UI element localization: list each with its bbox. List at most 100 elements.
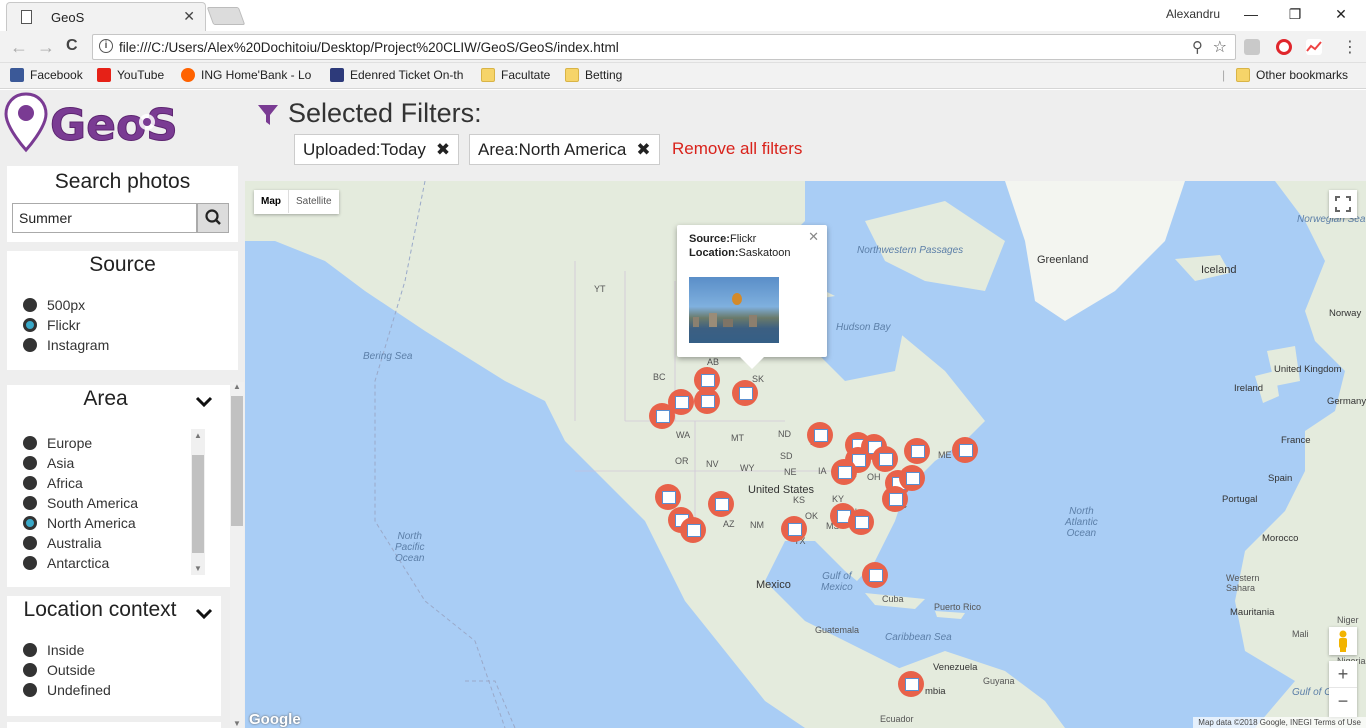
filter-chip-uploaded: Uploaded:Today ✖ [294,134,460,165]
chevron-down-icon[interactable] [195,396,213,408]
area-option-australia[interactable]: Australia [23,535,101,551]
zoom-out-button[interactable]: − [1329,687,1357,714]
extension-pdf-icon[interactable] [1244,39,1260,55]
menu-icon[interactable]: ⋮ [1342,37,1358,57]
sidebar-scrollbar[interactable]: ▲ ▼ [230,382,244,728]
scroll-up-icon[interactable]: ▲ [233,382,241,391]
radio-dot[interactable] [23,456,37,470]
street-view-pegman[interactable] [1329,627,1357,655]
zoom-icon[interactable]: ⚲ [1192,38,1203,56]
photo-marker[interactable] [882,486,908,512]
radio-dot[interactable] [23,476,37,490]
omnibox[interactable]: i file:///C:/Users/Alex%20Dochitoiu/Desk… [92,34,1236,60]
scroll-thumb[interactable] [231,396,243,526]
photo-marker[interactable] [872,446,898,472]
photo-marker[interactable] [904,438,930,464]
restore-button[interactable]: ❐ [1272,4,1318,26]
radio-dot[interactable] [23,683,37,697]
extension-opera-icon[interactable] [1276,39,1292,55]
area-option-antarctica[interactable]: Antarctica [23,555,109,571]
photo-marker[interactable] [655,484,681,510]
map-attribution[interactable]: Map data ©2018 Google, INEGI Terms of Us… [1193,717,1366,728]
context-option-inside[interactable]: Inside [23,642,84,658]
radio-dot[interactable] [23,338,37,352]
radio-dot[interactable] [23,663,37,677]
source-option-instagram[interactable]: Instagram [23,337,109,353]
other-bookmarks[interactable]: Other bookmarks [1236,68,1348,82]
svg-text:GeoS: GeoS [50,100,178,151]
radio-dot[interactable] [23,536,37,550]
minimize-button[interactable]: — [1228,4,1274,26]
bookmark-ing[interactable]: ING Home'Bank - Lo [181,68,311,82]
radio-dot-selected[interactable] [23,516,37,530]
bookmark-star-icon[interactable]: ☆ [1213,37,1227,57]
photo-thumbnail[interactable] [689,277,779,343]
photo-marker[interactable] [732,380,758,406]
extension-chart-icon[interactable] [1306,39,1322,55]
photo-marker[interactable] [952,437,978,463]
info-icon[interactable]: i [99,39,113,53]
remove-filter-icon[interactable]: ✖ [436,140,450,160]
radio-dot-selected[interactable] [23,318,37,332]
close-window-button[interactable]: ✕ [1318,4,1364,26]
bookmark-facultate[interactable]: Facultate [481,68,550,82]
scroll-down-icon[interactable]: ▼ [194,564,202,573]
bookmark-edenred[interactable]: Edenred Ticket On-th [330,68,463,82]
url-text[interactable]: file:///C:/Users/Alex%20Dochitoiu/Deskto… [119,40,619,55]
map-type-satellite-button[interactable]: Satellite [288,190,339,213]
radio-dot[interactable] [23,643,37,657]
scroll-down-icon[interactable]: ▼ [233,719,241,728]
new-tab-button[interactable] [206,7,246,25]
radio-dot[interactable] [23,298,37,312]
forward-button[interactable]: → [37,37,55,58]
profile-name[interactable]: Alexandru [1166,7,1220,21]
area-option-north-america[interactable]: North America [23,515,136,531]
photo-marker[interactable] [831,459,857,485]
search-panel: Search photos [7,166,238,242]
photo-marker[interactable] [807,422,833,448]
radio-dot[interactable] [23,496,37,510]
bookmark-facebook[interactable]: Facebook [10,68,83,82]
photo-marker[interactable] [848,509,874,535]
area-option-asia[interactable]: Asia [23,455,74,471]
bookmark-youtube[interactable]: YouTube [97,68,164,82]
map-label-iceland: Iceland [1201,264,1237,276]
photo-marker[interactable] [708,491,734,517]
back-button[interactable]: ← [10,37,28,58]
chevron-down-icon[interactable] [195,608,213,620]
context-option-undefined[interactable]: Undefined [23,682,111,698]
search-button[interactable] [197,203,229,233]
area-list-scrollbar[interactable]: ▲ ▼ [191,429,205,575]
photo-marker[interactable] [649,403,675,429]
photo-marker[interactable] [862,562,888,588]
context-option-outside[interactable]: Outside [23,662,95,678]
photo-marker[interactable] [680,517,706,543]
popup-close-icon[interactable]: ✕ [808,229,819,245]
map-label-ab: AB [707,357,720,367]
browser-tab[interactable]: GeoS ✕ [6,2,206,31]
fullscreen-button[interactable] [1329,190,1357,218]
map-type-map-button[interactable]: Map [254,190,288,213]
source-option-flickr[interactable]: Flickr [23,317,80,333]
zoom-in-button[interactable]: + [1329,661,1357,687]
scroll-up-icon[interactable]: ▲ [194,431,202,440]
search-input[interactable] [12,203,197,233]
photo-marker[interactable] [781,516,807,542]
map[interactable]: Norwegian Sea Northwestern Passages Gree… [245,181,1366,728]
remove-filter-icon[interactable]: ✖ [636,140,650,160]
photo-marker[interactable] [898,671,924,697]
radio-dot[interactable] [23,436,37,450]
reload-button[interactable]: C [66,37,78,55]
area-option-south-america[interactable]: South America [23,495,138,511]
photo-marker[interactable] [899,465,925,491]
tab-close-icon[interactable]: ✕ [183,8,195,25]
area-option-africa[interactable]: Africa [23,475,83,491]
map-label-sd: SD [780,451,793,461]
area-option-europe[interactable]: Europe [23,435,92,451]
source-option-500px[interactable]: 500px [23,297,85,313]
photo-marker[interactable] [694,388,720,414]
radio-dot[interactable] [23,556,37,570]
scroll-thumb[interactable] [192,455,204,553]
bookmark-betting[interactable]: Betting [565,68,622,82]
remove-all-filters-link[interactable]: Remove all filters [672,139,802,159]
